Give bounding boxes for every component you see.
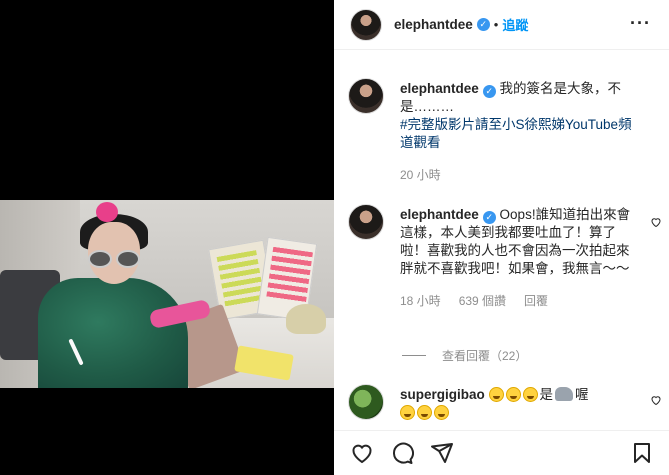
author-username[interactable]: elephantdee xyxy=(394,17,473,32)
caption-avatar[interactable] xyxy=(348,78,384,114)
grinning-emoji-icon xyxy=(417,405,432,420)
video-elephant-toy xyxy=(286,304,326,334)
separator-dot: • xyxy=(493,17,499,32)
caption-username[interactable]: elephantdee xyxy=(400,81,479,96)
view-replies-button[interactable]: 查看回覆（22） xyxy=(402,347,527,364)
video-sunglasses xyxy=(86,250,142,268)
heart-icon[interactable] xyxy=(350,441,374,465)
comment-row: elephantdee ✓ Oops!誰知道拍出來會這樣，本人美到我都要吐血了！算… xyxy=(348,204,661,344)
comment-like-heart-icon[interactable] xyxy=(650,216,662,228)
verified-badge-icon: ✓ xyxy=(482,85,496,98)
comment-icon[interactable] xyxy=(390,441,414,465)
comment-username[interactable]: elephantdee xyxy=(400,207,479,222)
post-header: elephantdee ✓ • 追蹤 ··· xyxy=(334,0,669,50)
video-hair-bun xyxy=(96,202,118,222)
action-bar xyxy=(334,430,669,475)
verified-badge-icon: ✓ xyxy=(476,18,490,31)
comment-username[interactable]: supergigibao xyxy=(400,387,485,402)
verified-badge-icon: ✓ xyxy=(482,211,496,224)
comment-avatar[interactable] xyxy=(348,204,384,240)
bookmark-icon[interactable] xyxy=(630,441,654,465)
comment-likes[interactable]: 639 個讚 xyxy=(459,292,506,310)
post-detail-panel: elephantdee ✓ • 追蹤 ··· elephantdee ✓ 我的簽名… xyxy=(334,0,669,475)
comment-text-end: 喔 xyxy=(575,387,589,402)
grinning-emoji-icon xyxy=(522,387,538,402)
author-avatar[interactable] xyxy=(350,8,382,41)
video-person xyxy=(38,278,188,388)
view-replies-label: 查看回覆（22） xyxy=(442,349,528,363)
view-replies-line xyxy=(402,355,426,356)
more-icon[interactable]: ··· xyxy=(630,13,651,34)
caption-time[interactable]: 20 小時 xyxy=(400,166,441,184)
comment-text-mid: 是 xyxy=(539,387,554,402)
comment-time[interactable]: 18 小時 xyxy=(400,292,441,310)
post-media-pane xyxy=(0,0,334,475)
comment-reply-button[interactable]: 回覆 xyxy=(524,292,548,310)
caption-row: elephantdee ✓ 我的簽名是大象，不是……… #完整版影片請至小S徐熙娣… xyxy=(348,78,658,188)
share-icon[interactable] xyxy=(430,441,454,465)
grinning-emoji-icon xyxy=(434,405,449,420)
comment-row: supergigibao 是 喔 xyxy=(348,384,661,429)
caption-hashtag[interactable]: #完整版影片請至小S徐熙娣YouTube頻道觀看 xyxy=(400,117,632,150)
post-video[interactable] xyxy=(0,200,334,388)
comment-like-heart-icon[interactable] xyxy=(650,394,662,406)
comment-avatar[interactable] xyxy=(348,384,384,420)
grinning-emoji-icon xyxy=(488,387,504,402)
grinning-emoji-icon xyxy=(400,405,415,420)
follow-button[interactable]: 追蹤 xyxy=(502,15,528,34)
grinning-emoji-icon xyxy=(505,387,521,402)
elephant-emoji-icon xyxy=(555,387,574,401)
comment-list[interactable]: elephantdee ✓ 我的簽名是大象，不是……… #完整版影片請至小S徐熙娣… xyxy=(334,51,669,429)
